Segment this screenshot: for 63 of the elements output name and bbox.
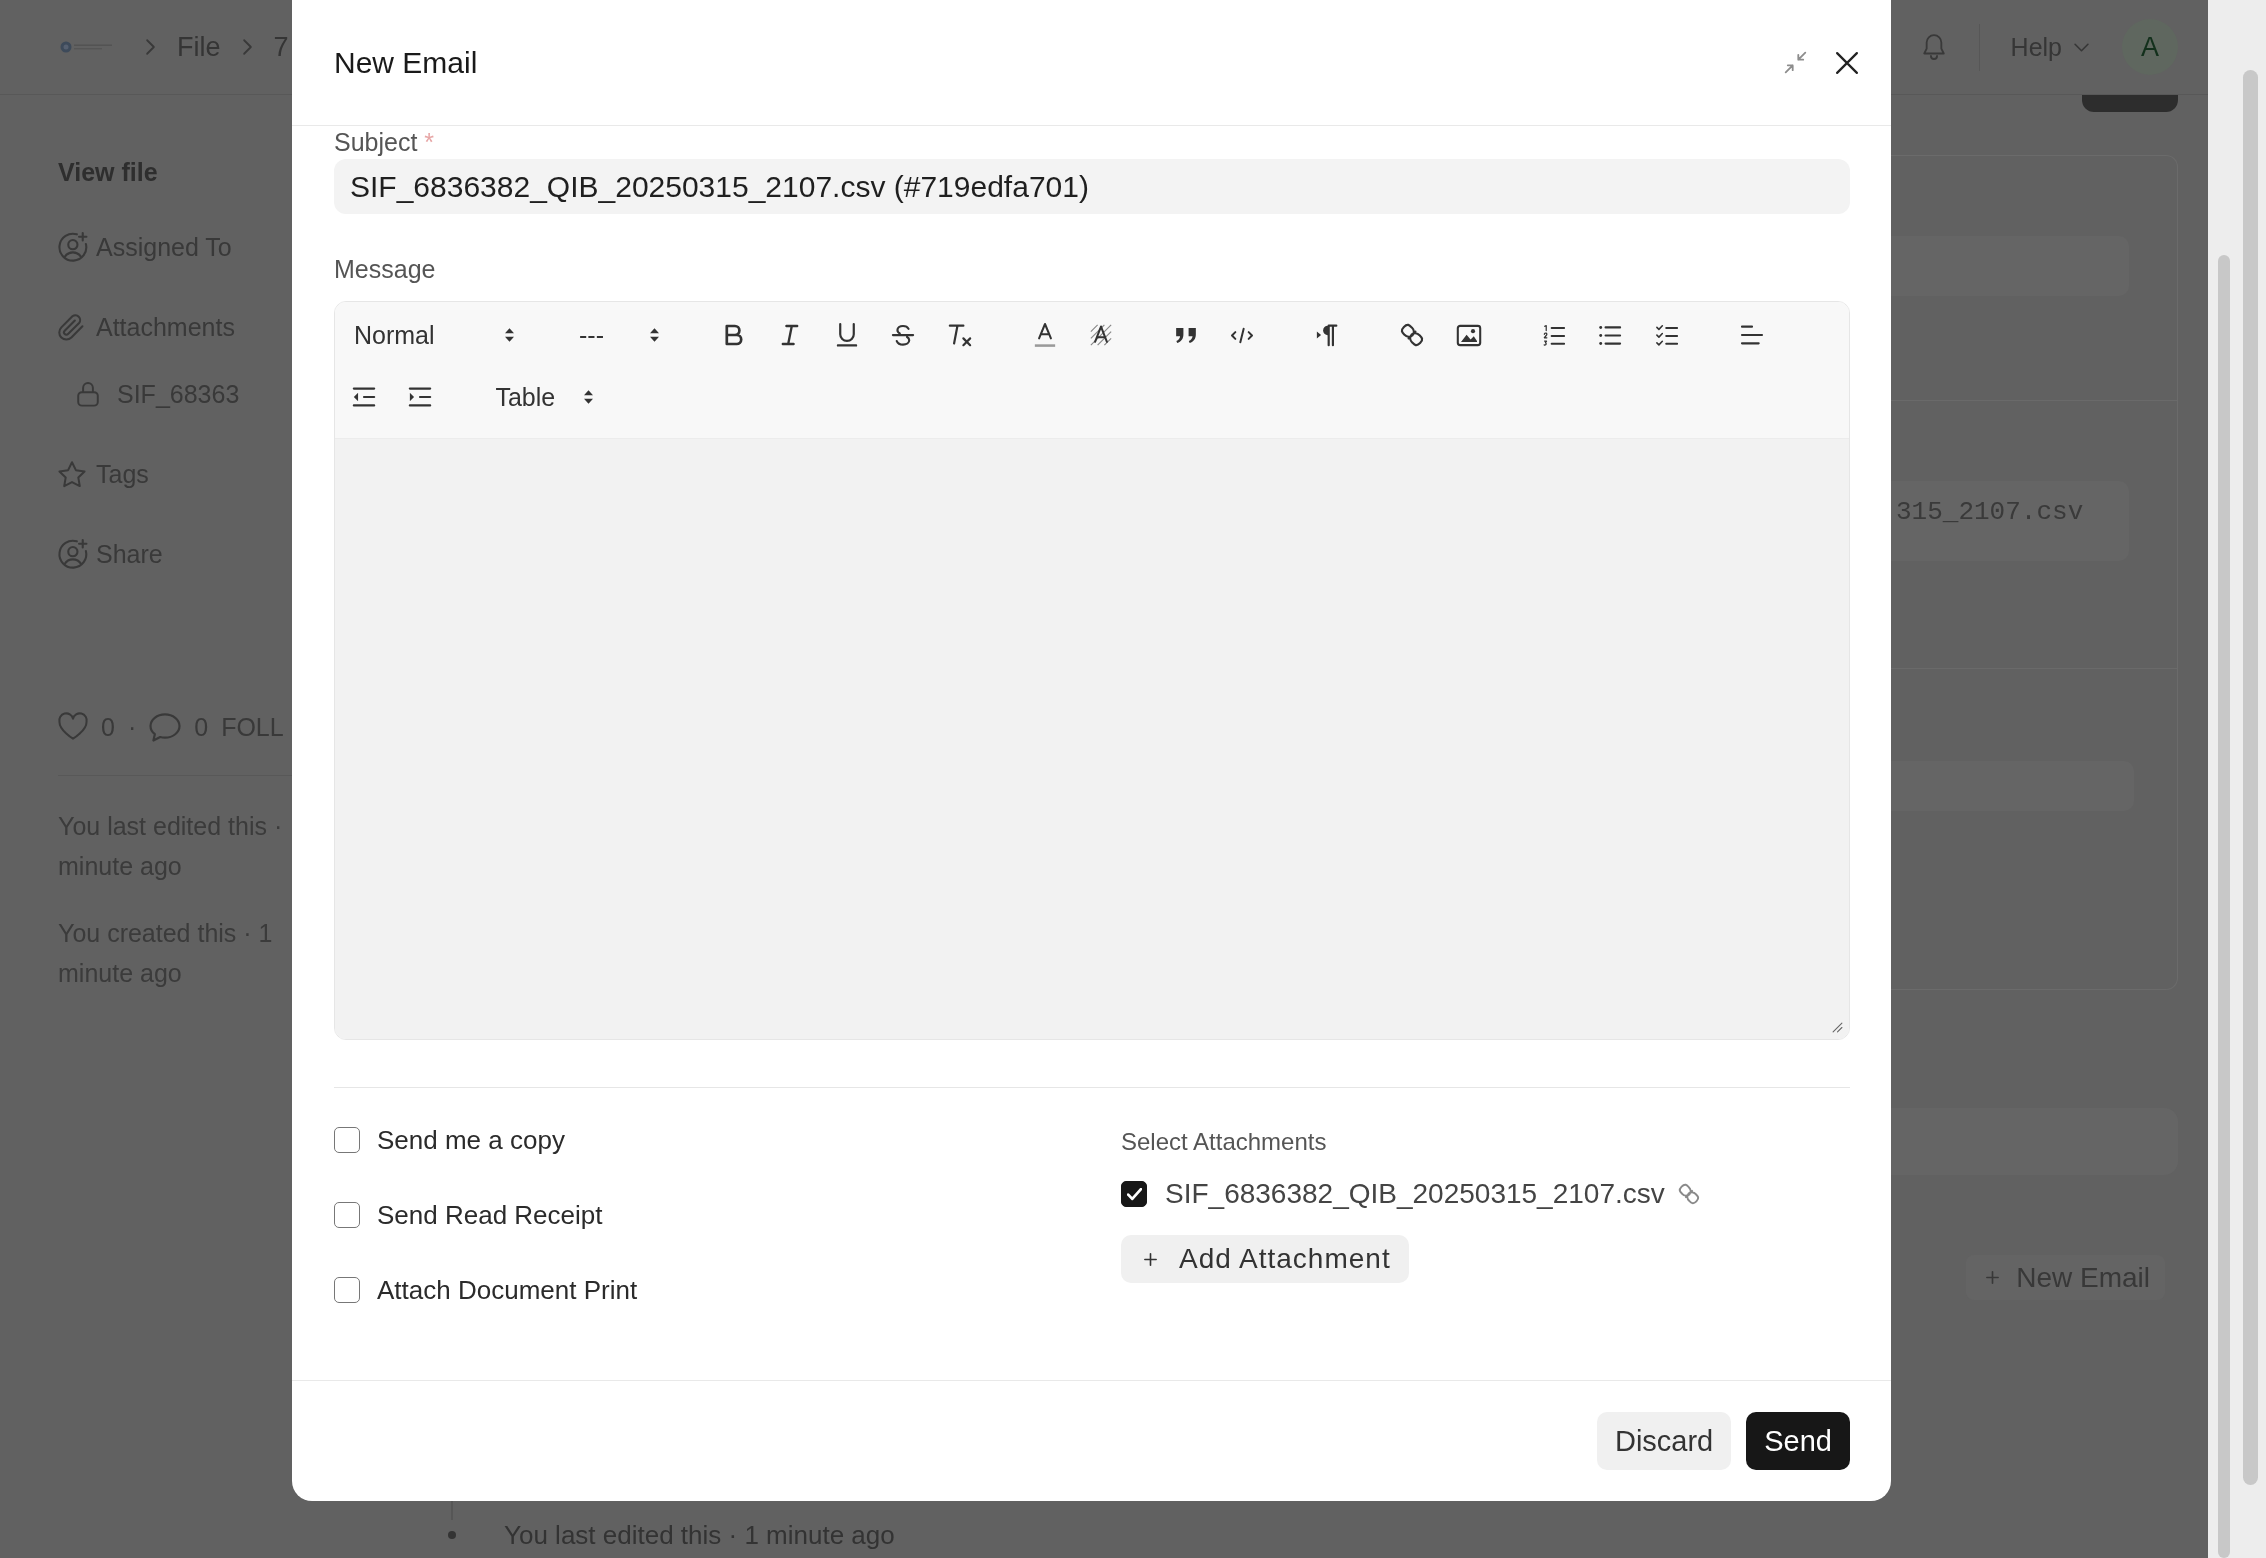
dropdown[interactable]: Table xyxy=(485,377,604,417)
chevron-right-icon xyxy=(242,39,252,55)
checkbox[interactable] xyxy=(1121,1181,1147,1207)
text-color-icon[interactable] xyxy=(1033,323,1056,347)
message-field[interactable] xyxy=(335,439,1849,1039)
lock-icon xyxy=(77,381,99,407)
chevron-updown-icon xyxy=(584,390,594,404)
bullet-icon xyxy=(448,1531,456,1539)
input-field[interactable] xyxy=(1891,761,2134,811)
strikethrough-icon[interactable] xyxy=(892,324,915,346)
attachment-name[interactable]: SIF_6836382_QIB_20250315_2107.csv xyxy=(1165,1178,1665,1210)
separator-dot: · xyxy=(127,712,137,742)
comment-field[interactable] xyxy=(1891,1108,2178,1175)
chevron-updown-icon xyxy=(650,328,659,342)
italic-icon[interactable] xyxy=(781,324,800,346)
link-icon[interactable] xyxy=(1401,324,1424,346)
checkbox[interactable] xyxy=(334,1202,360,1228)
numbered-list-icon[interactable] xyxy=(1542,324,1565,346)
plus-icon xyxy=(1986,1271,2000,1284)
quote-icon[interactable] xyxy=(1174,326,1197,344)
resize-handle-icon[interactable] xyxy=(1832,1022,1843,1033)
dropdown[interactable]: Normal xyxy=(344,315,524,355)
pilcrow-icon[interactable] xyxy=(1316,324,1339,346)
highlight-icon[interactable] xyxy=(1089,324,1112,346)
input-field[interactable] xyxy=(1891,236,2129,296)
chevron-updown-icon xyxy=(505,328,514,342)
bold-icon[interactable] xyxy=(725,324,743,346)
secondary-button[interactable]: Discard xyxy=(1596,1412,1732,1470)
field-label: Subject * xyxy=(334,128,435,156)
code-icon[interactable] xyxy=(1231,327,1254,343)
plus-icon xyxy=(1144,1252,1157,1266)
close-icon[interactable] xyxy=(1836,51,1858,74)
user-plus-icon xyxy=(58,539,88,569)
field-label: Select Attachments xyxy=(1121,1128,1327,1156)
chevron-down-icon xyxy=(2074,42,2089,52)
clear-format-icon[interactable] xyxy=(948,324,971,346)
indent-icon[interactable] xyxy=(409,386,432,408)
checkbox[interactable] xyxy=(334,1277,360,1303)
subject-field[interactable]: SIF_6836382_QIB_20250315_2107.csv (#719edfa701) xyxy=(334,159,1850,214)
checkbox[interactable] xyxy=(334,1127,360,1153)
field-label: Message xyxy=(334,255,436,283)
paperclip-icon xyxy=(58,313,84,341)
checkbox-label[interactable]: Attach Document Print xyxy=(377,1274,638,1306)
chevron-right-icon xyxy=(146,39,155,55)
user-plus-icon xyxy=(58,232,88,262)
dialog-title: New Email xyxy=(334,45,478,80)
checkbox-label[interactable]: Send me a copy xyxy=(377,1124,565,1156)
checkmark-icon xyxy=(1126,1187,1142,1201)
checkbox-label[interactable]: Send Read Receipt xyxy=(377,1199,603,1231)
scrollbar-thumb[interactable] xyxy=(2243,70,2258,1485)
collapse-icon[interactable] xyxy=(1785,52,1806,73)
scrollbar-thumb[interactable] xyxy=(2218,255,2230,1558)
avatar[interactable]: A xyxy=(2122,19,2178,75)
star-icon xyxy=(58,460,86,488)
checklist-icon[interactable] xyxy=(1655,324,1678,346)
outdent-icon[interactable] xyxy=(353,386,375,408)
align-left-icon[interactable] xyxy=(1740,325,1763,345)
underline-icon[interactable] xyxy=(835,323,858,347)
primary-button[interactable]: Send xyxy=(1746,1412,1850,1470)
bullet-list-icon[interactable] xyxy=(1599,324,1622,346)
dropdown[interactable]: --- xyxy=(569,315,669,355)
add-attachment-button[interactable]: Add Attachment xyxy=(1121,1235,1409,1283)
image-icon[interactable] xyxy=(1456,324,1481,346)
